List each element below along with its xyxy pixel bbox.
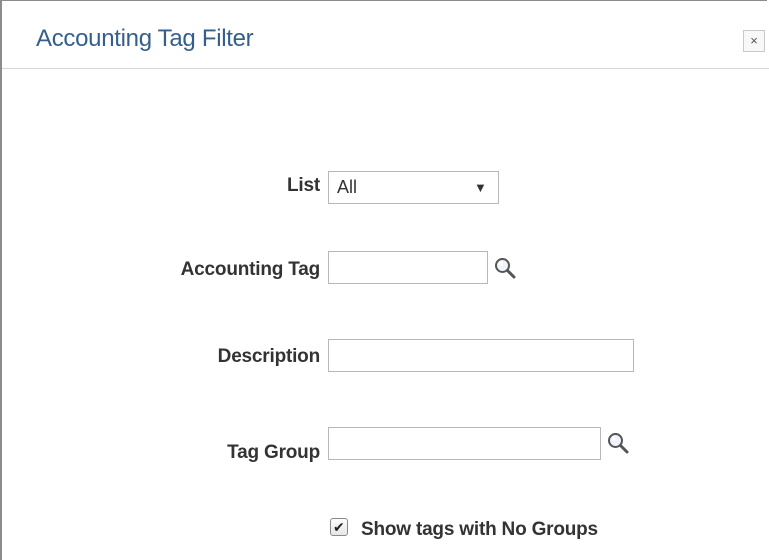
- accounting-tag-filter-dialog: Accounting Tag Filter × List All ▼ Accou…: [0, 0, 769, 560]
- description-input[interactable]: [328, 339, 634, 372]
- dialog-titlebar: Accounting Tag Filter ×: [2, 1, 769, 69]
- list-label: List: [287, 175, 320, 196]
- show-no-groups-label: Show tags with No Groups: [361, 519, 598, 540]
- accounting-tag-input[interactable]: [328, 251, 488, 284]
- description-label: Description: [217, 346, 321, 367]
- close-button[interactable]: ×: [743, 30, 765, 52]
- dropdown-arrow-icon: ▼: [474, 180, 487, 195]
- list-selected-value: All: [337, 177, 358, 197]
- magnifier-icon[interactable]: [493, 256, 517, 280]
- dialog-title: Accounting Tag Filter: [36, 25, 254, 52]
- checkmark-icon: ✔: [333, 519, 345, 535]
- magnifier-icon[interactable]: [606, 431, 630, 455]
- tag-group-input[interactable]: [328, 427, 601, 460]
- show-no-groups-checkbox[interactable]: ✔: [330, 518, 348, 536]
- list-select[interactable]: All ▼: [328, 171, 499, 204]
- tag-group-label: Tag Group: [227, 442, 320, 463]
- accounting-tag-label: Accounting Tag: [180, 259, 321, 280]
